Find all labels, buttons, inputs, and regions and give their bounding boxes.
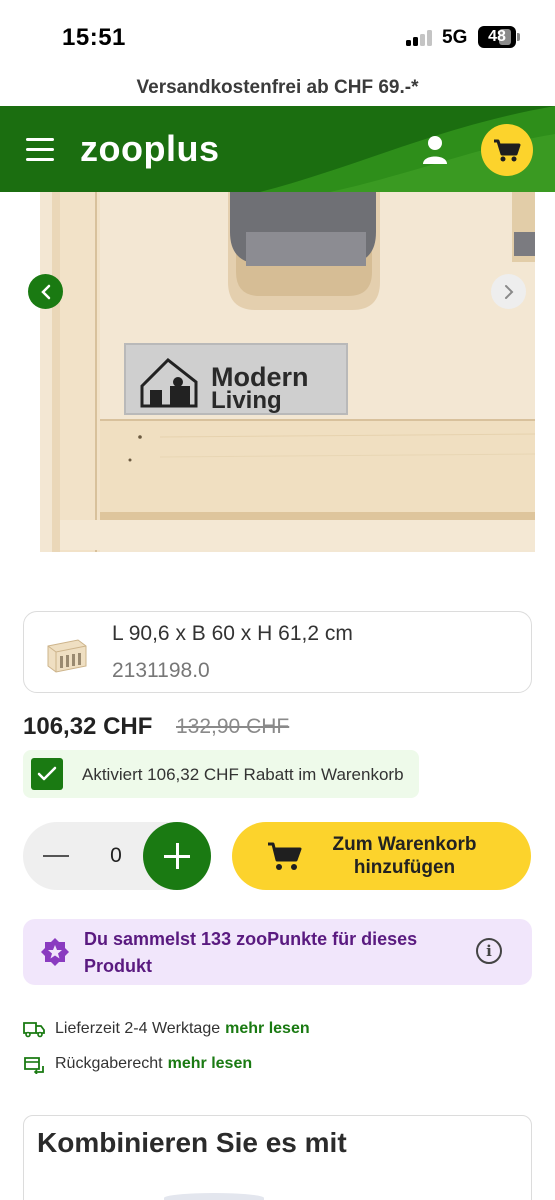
add-to-cart-button[interactable]: Zum Warenkorb hinzufügen xyxy=(232,822,531,890)
promo-banner[interactable]: Versandkostenfrei ab CHF 69.-* xyxy=(0,70,555,106)
variant-sku: 2131198.0 xyxy=(112,659,210,682)
status-bar: 15:51 5G 48 xyxy=(0,0,555,70)
quantity-value[interactable]: 0 xyxy=(106,844,126,868)
badge-star-icon xyxy=(41,938,69,966)
chevron-right-icon xyxy=(504,284,513,299)
combine-product-thumbnail[interactable] xyxy=(164,1193,264,1200)
quantity-decrease-button[interactable] xyxy=(41,842,73,870)
discount-text: Aktiviert 106,32 CHF Rabatt im Warenkorb xyxy=(82,765,404,784)
battery-level: 48 xyxy=(488,28,506,45)
quantity-increase-button[interactable] xyxy=(143,822,211,890)
gallery-prev-button[interactable] xyxy=(28,274,63,309)
return-policy-text: Rückgaberecht xyxy=(55,1055,163,1072)
delivery-more-link[interactable]: mehr lesen xyxy=(225,1020,309,1038)
plus-icon-vertical xyxy=(176,843,179,869)
site-header: zooplus xyxy=(0,106,555,192)
info-icon[interactable]: i xyxy=(476,938,502,964)
return-more-link[interactable]: mehr lesen xyxy=(168,1055,252,1073)
image-label-line2: Living xyxy=(211,387,282,414)
battery-icon: 48 xyxy=(478,26,516,48)
network-label: 5G xyxy=(442,27,468,48)
product-gallery[interactable]: Modern Living xyxy=(0,192,555,582)
signal-icon xyxy=(406,30,434,46)
minus-icon xyxy=(43,855,69,857)
add-to-cart-label: Zum Warenkorb hinzufügen xyxy=(332,834,477,878)
zoopoints-text: Du sammelst 133 zooPunkte für dieses Pro… xyxy=(84,929,418,976)
menu-icon[interactable] xyxy=(26,138,56,162)
user-icon[interactable] xyxy=(420,134,450,166)
current-price: 106,32 CHF xyxy=(23,713,153,740)
discount-checkbox[interactable] xyxy=(31,758,63,790)
zooplus-logo[interactable]: zooplus xyxy=(80,128,219,170)
status-time: 15:51 xyxy=(62,24,126,51)
battery-cap xyxy=(517,33,520,41)
product-image: Modern Living xyxy=(0,192,555,582)
chevron-left-icon xyxy=(40,284,50,299)
quantity-stepper: 0 xyxy=(23,822,211,890)
variant-size: L 90,6 x B 60 x H 61,2 cm xyxy=(112,622,353,645)
checkmark-icon xyxy=(37,766,57,781)
return-box-icon xyxy=(24,1057,44,1074)
variant-selector[interactable]: L 90,6 x B 60 x H 61,2 cm 2131198.0 xyxy=(23,611,532,693)
truck-icon xyxy=(23,1022,45,1038)
gallery-next-button[interactable] xyxy=(491,274,526,309)
cart-button[interactable] xyxy=(481,124,533,176)
variant-thumbnail xyxy=(47,639,87,673)
old-price: 132,90 CHF xyxy=(176,715,290,738)
combine-section: Kombinieren Sie es mit xyxy=(23,1115,532,1200)
return-policy-row: Rückgaberecht mehr lesen xyxy=(23,1052,252,1076)
delivery-time-row: Lieferzeit 2-4 Werktage mehr lesen xyxy=(23,1017,310,1041)
zoopoints-banner: Du sammelst 133 zooPunkte für dieses Pro… xyxy=(23,919,532,985)
combine-title: Kombinieren Sie es mit xyxy=(37,1127,347,1158)
delivery-time-text: Lieferzeit 2-4 Werktage xyxy=(55,1020,221,1037)
discount-banner: Aktiviert 106,32 CHF Rabatt im Warenkorb xyxy=(23,750,419,798)
cart-icon xyxy=(268,842,302,870)
